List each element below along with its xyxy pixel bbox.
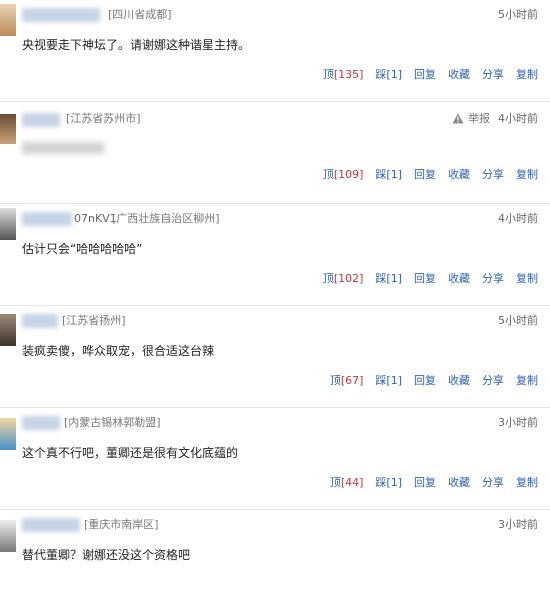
timestamp: 3小时前 xyxy=(498,518,538,531)
comment-item: [江苏省扬州] 5小时前 装疯卖傻，哗众取宠，很合适这台辣 顶[67] 踩[1]… xyxy=(0,306,550,408)
avatar[interactable] xyxy=(0,114,16,144)
comment-actions: 顶[109] 踩[1] 回复 收藏 分享 复制 xyxy=(311,167,538,183)
downvote-button[interactable]: 踩[1] xyxy=(375,475,402,491)
upvote-count: [135] xyxy=(333,68,364,81)
share-button[interactable]: 分享 xyxy=(482,271,504,287)
upvote-button[interactable]: 顶[135] xyxy=(323,67,364,83)
collect-button[interactable]: 收藏 xyxy=(448,475,470,491)
comment-text: 装疯卖傻，哗众取宠，很合适这台辣 xyxy=(22,344,215,358)
upvote-label: 顶 xyxy=(322,272,334,285)
reply-button[interactable]: 回复 xyxy=(414,167,436,183)
username-blurred[interactable] xyxy=(22,416,60,430)
downvote-count: [1] xyxy=(386,168,402,181)
comment-text: 这个真不行吧，董卿还是很有文化底蕴的 xyxy=(22,446,239,460)
location: [广西壮族自治区柳州] xyxy=(112,212,220,225)
comment-item: [江苏省苏州市] 举报 4小时前 顶[109] 踩[1] 回复 收藏 分享 复制 xyxy=(0,102,550,204)
copy-button[interactable]: 复制 xyxy=(516,373,538,389)
timestamp: 5小时前 xyxy=(498,8,538,21)
timestamp: 3小时前 xyxy=(498,416,538,429)
comment-item: [内蒙古锡林郭勒盟] 3小时前 这个真不行吧，董卿还是很有文化底蕴的 顶[44]… xyxy=(0,408,550,510)
comment-actions: 顶[135] 踩[1] 回复 收藏 分享 复制 xyxy=(311,67,538,83)
upvote-label: 顶 xyxy=(329,476,341,489)
comment-item: [四川省成都] 5小时前 央视要走下神坛了。请谢娜这种谐星主持。 顶[135] … xyxy=(0,0,550,102)
avatar[interactable] xyxy=(0,520,16,552)
comment-text: 央视要走下神坛了。请谢娜这种谐星主持。 xyxy=(22,38,251,52)
reply-button[interactable]: 回复 xyxy=(414,373,436,389)
location: [江苏省苏州市] xyxy=(66,112,141,125)
downvote-button[interactable]: 踩[1] xyxy=(375,67,402,83)
comment-actions: 顶[67] 踩[1] 回复 收藏 分享 复制 xyxy=(318,373,538,389)
username-blurred[interactable] xyxy=(22,518,80,532)
share-button[interactable]: 分享 xyxy=(482,167,504,183)
username-suffix: 07nKV1 xyxy=(74,212,117,225)
upvote-label: 顶 xyxy=(322,68,334,81)
username-blurred[interactable] xyxy=(22,212,72,226)
username-blurred[interactable] xyxy=(22,8,100,22)
upvote-count: [44] xyxy=(340,476,364,489)
warning-icon xyxy=(452,113,464,124)
collect-button[interactable]: 收藏 xyxy=(448,67,470,83)
share-button[interactable]: 分享 xyxy=(482,373,504,389)
timestamp: 4小时前 xyxy=(498,112,538,125)
downvote-count: [1] xyxy=(386,476,402,489)
downvote-count: [1] xyxy=(386,68,402,81)
comment-actions: 顶[102] 踩[1] 回复 收藏 分享 复制 xyxy=(311,271,538,287)
collect-button[interactable]: 收藏 xyxy=(448,373,470,389)
location: [内蒙古锡林郭勒盟] xyxy=(64,416,161,429)
comment-actions: 顶[44] 踩[1] 回复 收藏 分享 复制 xyxy=(318,475,538,491)
timestamp: 4小时前 xyxy=(498,212,538,225)
location: [四川省成都] xyxy=(108,8,172,21)
downvote-count: [1] xyxy=(386,374,402,387)
comment-item: 07nKV1 [广西壮族自治区柳州] 4小时前 估计只会“哈哈哈哈哈” 顶[10… xyxy=(0,204,550,306)
comment-item: [重庆市南岸区] 3小时前 替代董卿？谢娜还没这个资格吧 xyxy=(0,510,550,612)
downvote-button[interactable]: 踩[1] xyxy=(375,373,402,389)
upvote-count: [67] xyxy=(340,374,364,387)
username-blurred[interactable] xyxy=(22,314,58,328)
copy-button[interactable]: 复制 xyxy=(516,167,538,183)
location: [重庆市南岸区] xyxy=(84,518,159,531)
comment-text: 估计只会“哈哈哈哈哈” xyxy=(22,242,143,256)
avatar[interactable] xyxy=(0,314,16,346)
copy-button[interactable]: 复制 xyxy=(516,67,538,83)
downvote-label: 踩 xyxy=(375,168,387,181)
reply-button[interactable]: 回复 xyxy=(414,271,436,287)
username-blurred[interactable] xyxy=(22,113,60,127)
comment-text: 替代董卿？谢娜还没这个资格吧 xyxy=(22,548,191,562)
upvote-count: [109] xyxy=(333,168,364,181)
downvote-button[interactable]: 踩[1] xyxy=(375,271,402,287)
report-button[interactable]: 举报 xyxy=(452,111,490,127)
downvote-count: [1] xyxy=(386,272,402,285)
avatar[interactable] xyxy=(0,4,16,36)
upvote-button[interactable]: 顶[67] xyxy=(330,373,364,389)
downvote-button[interactable]: 踩[1] xyxy=(375,167,402,183)
upvote-label: 顶 xyxy=(322,168,334,181)
location: [江苏省扬州] xyxy=(62,314,126,327)
upvote-button[interactable]: 顶[102] xyxy=(323,271,364,287)
upvote-button[interactable]: 顶[44] xyxy=(330,475,364,491)
avatar[interactable] xyxy=(0,208,16,240)
upvote-button[interactable]: 顶[109] xyxy=(323,167,364,183)
avatar[interactable] xyxy=(0,418,16,450)
report-label: 举报 xyxy=(468,112,490,125)
downvote-label: 踩 xyxy=(375,374,387,387)
reply-button[interactable]: 回复 xyxy=(414,475,436,491)
timestamp: 5小时前 xyxy=(498,314,538,327)
downvote-label: 踩 xyxy=(375,68,387,81)
collect-button[interactable]: 收藏 xyxy=(448,167,470,183)
upvote-label: 顶 xyxy=(329,374,341,387)
downvote-label: 踩 xyxy=(375,272,387,285)
comment-text-blurred xyxy=(22,142,104,154)
share-button[interactable]: 分享 xyxy=(482,67,504,83)
reply-button[interactable]: 回复 xyxy=(414,67,436,83)
collect-button[interactable]: 收藏 xyxy=(448,271,470,287)
downvote-label: 踩 xyxy=(375,476,387,489)
copy-button[interactable]: 复制 xyxy=(516,271,538,287)
copy-button[interactable]: 复制 xyxy=(516,475,538,491)
share-button[interactable]: 分享 xyxy=(482,475,504,491)
upvote-count: [102] xyxy=(333,272,364,285)
